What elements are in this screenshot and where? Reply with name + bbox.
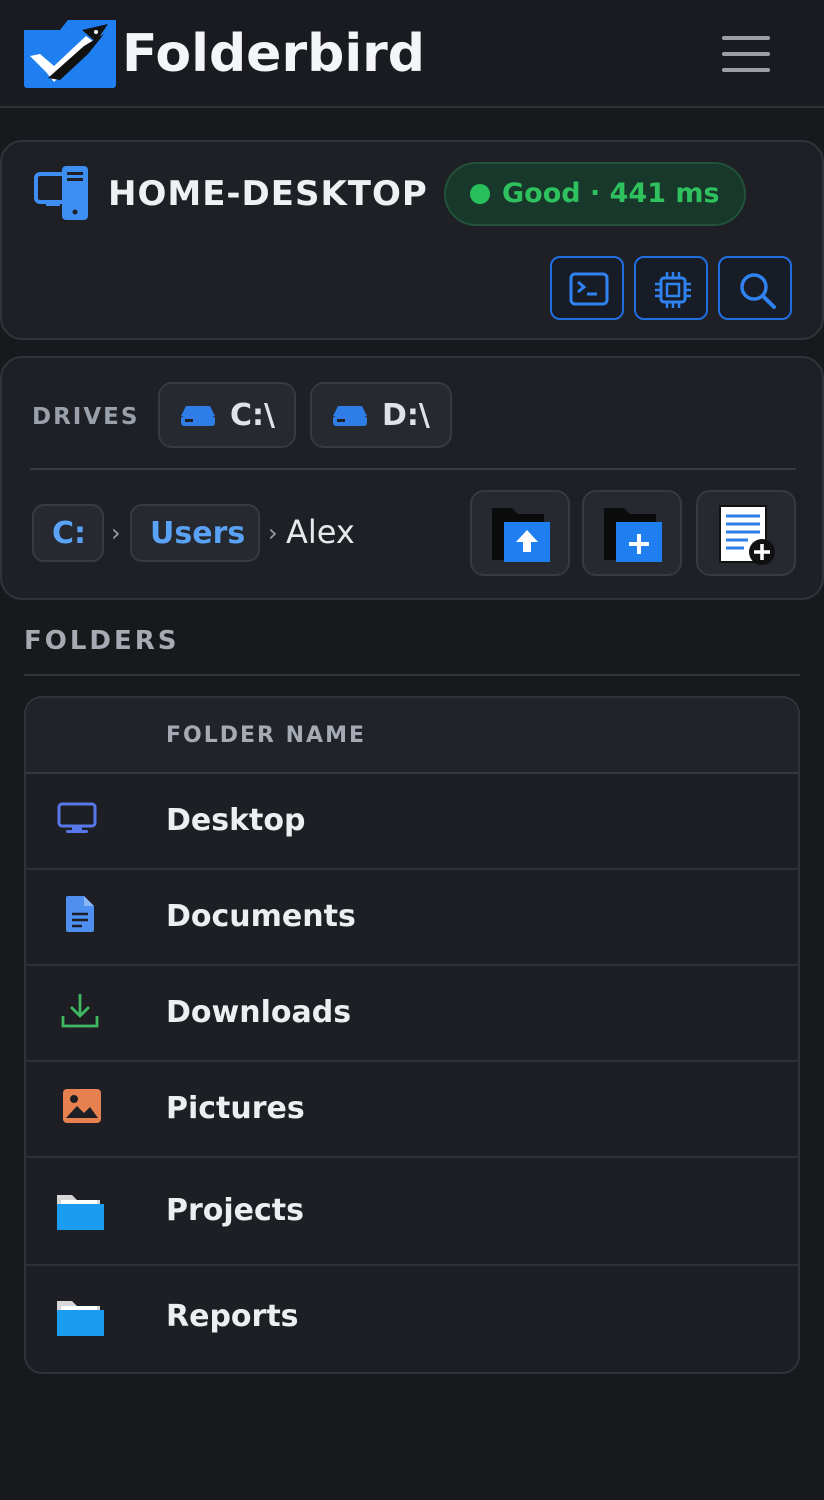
connection-status-badge: Good · 441 ms	[444, 162, 746, 226]
breadcrumb-separator: ›	[111, 519, 121, 547]
drive-d-button[interactable]: D:\	[310, 382, 452, 448]
folder-name: Downloads	[166, 995, 352, 1030]
app-brand-name[interactable]: Folderbird	[122, 22, 425, 86]
drives-label: DRIVES	[32, 404, 140, 430]
breadcrumb-label: C:	[52, 516, 87, 551]
divider	[30, 468, 796, 470]
computer-icon	[32, 162, 94, 224]
table-row-documents[interactable]: Documents	[26, 870, 798, 966]
new-folder-icon	[604, 508, 662, 562]
folderbird-logo-icon[interactable]	[24, 20, 116, 88]
section-divider	[24, 674, 800, 676]
table-row-desktop[interactable]: Desktop	[26, 774, 798, 870]
device-name: HOME-DESKTOP	[108, 174, 428, 214]
terminal-button[interactable]	[550, 256, 624, 320]
folder-icon	[57, 1195, 104, 1230]
drive-icon	[181, 406, 215, 426]
new-file-button[interactable]	[696, 490, 796, 576]
device-card: HOME-DESKTOP Good · 441 ms	[0, 140, 824, 340]
breadcrumb-users[interactable]: Users	[130, 504, 260, 562]
search-button[interactable]	[718, 256, 792, 320]
drive-label: C:\	[230, 398, 275, 433]
table-row-reports[interactable]: Reports	[26, 1266, 798, 1372]
picture-icon	[63, 1089, 101, 1123]
breadcrumb-separator: ›	[268, 519, 278, 547]
drive-icon	[333, 406, 367, 426]
folder-name: Desktop	[166, 803, 306, 838]
breadcrumb-c[interactable]: C:	[32, 504, 104, 562]
breadcrumb-label: Users	[150, 516, 246, 551]
table-row-downloads[interactable]: Downloads	[26, 966, 798, 1062]
menu-hamburger-icon[interactable]	[716, 30, 776, 78]
folder-name: Pictures	[166, 1091, 305, 1126]
system-info-button[interactable]	[634, 256, 708, 320]
drive-c-button[interactable]: C:\	[158, 382, 296, 448]
drive-label: D:\	[382, 398, 430, 433]
upload-folder-icon	[492, 508, 550, 562]
breadcrumb-current: Alex	[286, 513, 355, 551]
status-text: Good · 441 ms	[502, 178, 720, 209]
table-header: FOLDER NAME	[26, 698, 798, 774]
new-folder-button[interactable]	[582, 490, 682, 576]
cpu-icon	[655, 272, 691, 308]
top-bar: Folderbird	[0, 0, 824, 108]
folder-icon	[57, 1301, 104, 1336]
table-row-pictures[interactable]: Pictures	[26, 1062, 798, 1158]
document-icon	[66, 896, 94, 932]
terminal-icon	[569, 272, 609, 306]
folders-table: FOLDER NAME Desktop Documents Downloads …	[24, 696, 800, 1374]
folders-section-title: FOLDERS	[24, 626, 180, 656]
status-dot-icon	[470, 184, 490, 204]
folder-name-column-header: FOLDER NAME	[166, 723, 366, 748]
table-row-projects[interactable]: Projects	[26, 1158, 798, 1266]
navigation-card: DRIVES C:\ D:\ C: › Users › Alex	[0, 356, 824, 600]
download-icon	[61, 994, 99, 1028]
upload-folder-button[interactable]	[470, 490, 570, 576]
folder-name: Documents	[166, 899, 356, 934]
search-icon	[740, 273, 776, 309]
folder-name: Projects	[166, 1193, 305, 1228]
new-file-icon	[719, 505, 775, 565]
folder-name: Reports	[166, 1299, 299, 1334]
monitor-icon	[57, 802, 97, 833]
